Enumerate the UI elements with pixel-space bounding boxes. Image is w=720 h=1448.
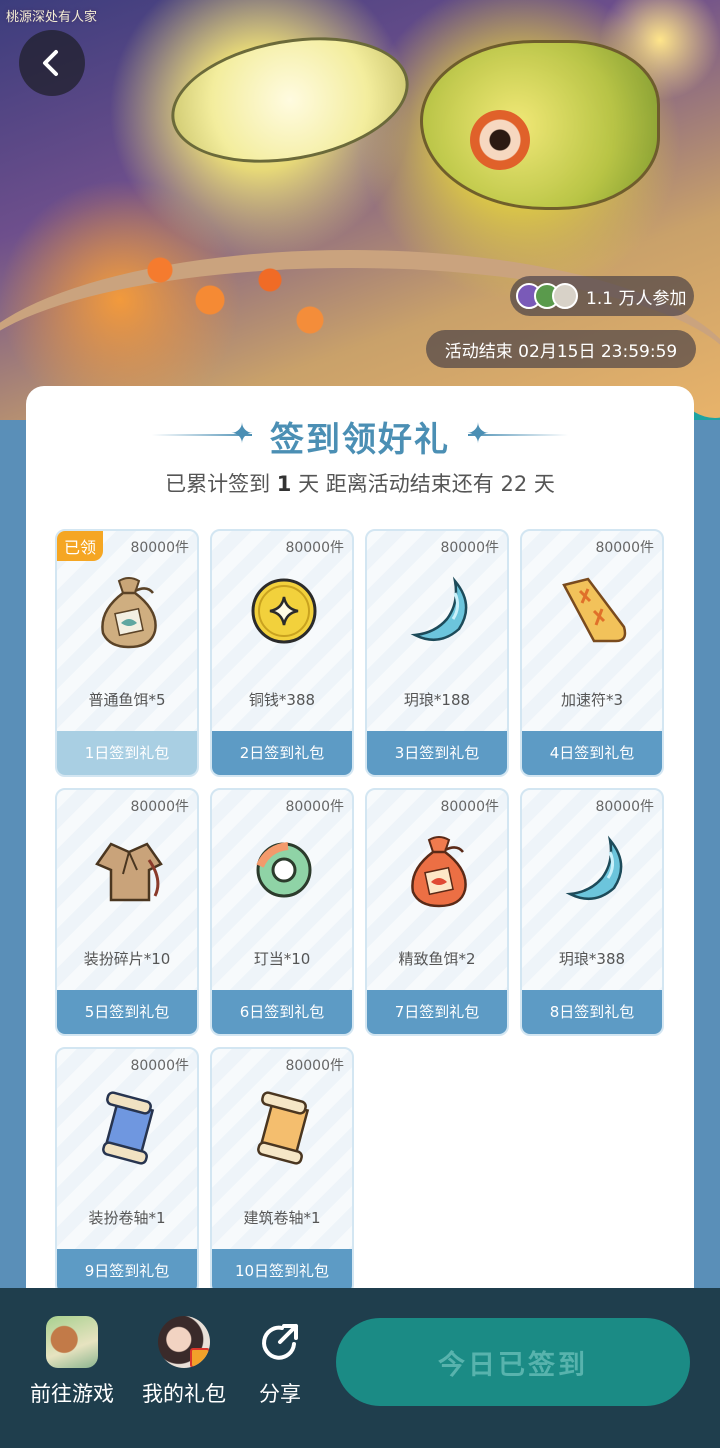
reward-day-label: 3日签到礼包 [367, 731, 507, 775]
banner-fish-lantern-illustration [420, 40, 660, 210]
banner-flowers [140, 250, 340, 340]
game-app-icon [46, 1316, 98, 1368]
chevron-left-icon [43, 50, 58, 76]
crescent-moon-icon [399, 571, 479, 651]
participants-badge: 1.1 万人参加 [510, 276, 694, 316]
reward-name: 装扮碎片*10 [83, 950, 171, 968]
reward-card-day-6[interactable]: 80000件 玎当*10 6日签到礼包 [210, 788, 354, 1036]
share-button[interactable]: 分享 [254, 1316, 306, 1408]
copper-coin-icon [244, 571, 324, 651]
checkin-progress-text: 已累计签到 1 天 距离活动结束还有 22 天 [0, 468, 720, 498]
reward-day-label: 1日签到礼包 [57, 731, 197, 775]
my-gifts-button[interactable]: 我的礼包 [142, 1316, 226, 1408]
avatar [552, 283, 578, 309]
event-end-time: 活动结束 02月15日 23:59:59 [426, 330, 696, 368]
bottom-action-bar: 前往游戏 我的礼包 分享 今日已签到 [0, 1288, 720, 1448]
reward-card-day-4[interactable]: 80000件 加速符*3 4日签到礼包 [520, 529, 664, 777]
reward-day-label: 7日签到礼包 [367, 990, 507, 1034]
reward-stock: 80000件 [130, 540, 189, 556]
participants-count: 1.1 万人参加 [586, 288, 687, 309]
reward-stock: 80000件 [285, 540, 344, 556]
reward-card-day-7[interactable]: 80000件 精致鱼饵*2 7日签到礼包 [365, 788, 509, 1036]
days-left-count: 22 [500, 472, 528, 496]
orange-scroll-icon [244, 1089, 324, 1169]
reward-card-day-10[interactable]: 80000件 建筑卷轴*1 10日签到礼包 [210, 1047, 354, 1295]
go-to-game-button[interactable]: 前往游戏 [30, 1316, 114, 1408]
reward-stock: 80000件 [285, 799, 344, 815]
fish-bait-bag-icon [89, 571, 169, 651]
reward-stock: 80000件 [440, 540, 499, 556]
reward-day-label: 6日签到礼包 [212, 990, 352, 1034]
subtitle-prefix: 已累计签到 [165, 472, 271, 496]
crescent-moon-icon [554, 830, 634, 910]
reward-name: 普通鱼饵*5 [88, 691, 166, 709]
blue-scroll-icon [89, 1089, 169, 1169]
reward-name: 装扮卷轴*1 [88, 1209, 166, 1227]
share-label: 分享 [259, 1382, 301, 1406]
title-decoration-line [468, 434, 568, 436]
reward-day-label: 2日签到礼包 [212, 731, 352, 775]
reward-day-label: 8日签到礼包 [522, 990, 662, 1034]
reward-card-day-8[interactable]: 80000件 玥琅*388 8日签到礼包 [520, 788, 664, 1036]
reward-stock: 80000件 [130, 1058, 189, 1074]
back-button[interactable] [19, 30, 85, 96]
reward-card-day-5[interactable]: 80000件 装扮碎片*10 5日签到礼包 [55, 788, 199, 1036]
reward-card-day-2[interactable]: 80000件 铜钱*388 2日签到礼包 [210, 529, 354, 777]
checkin-title: 签到领好礼 [270, 420, 450, 460]
reward-stock: 80000件 [440, 799, 499, 815]
gift-avatar-icon [158, 1316, 210, 1368]
game-logo: 桃源深处有人家 [6, 10, 98, 25]
reward-day-label: 10日签到礼包 [212, 1249, 352, 1293]
participant-avatars [516, 283, 578, 309]
subtitle-mid: 天 距离活动结束还有 [298, 472, 494, 496]
subtitle-suffix: 天 [533, 472, 555, 496]
reward-day-label: 5日签到礼包 [57, 990, 197, 1034]
reward-stock: 80000件 [130, 799, 189, 815]
reward-name: 玎当*10 [253, 950, 311, 968]
my-gifts-label: 我的礼包 [142, 1382, 226, 1406]
go-to-game-label: 前往游戏 [30, 1382, 114, 1406]
reward-name: 铜钱*388 [248, 691, 316, 709]
banner-lantern-illustration [161, 20, 419, 180]
banner-fish-eye [470, 110, 530, 170]
talisman-icon [554, 571, 634, 651]
signed-today-button[interactable]: 今日已签到 [336, 1318, 690, 1406]
claimed-badge: 已领 [57, 531, 104, 561]
reward-name: 建筑卷轴*1 [243, 1209, 321, 1227]
reward-day-label: 4日签到礼包 [522, 731, 662, 775]
reward-card-day-3[interactable]: 80000件 玥琅*188 3日签到礼包 [365, 529, 509, 777]
reward-name: 精致鱼饵*2 [398, 950, 476, 968]
jade-ring-icon [244, 830, 324, 910]
reward-name: 加速符*3 [560, 691, 624, 709]
clothing-fragment-icon [89, 830, 169, 910]
reward-stock: 80000件 [285, 1058, 344, 1074]
signed-days-count: 1 [276, 472, 292, 496]
reward-name: 玥琅*388 [558, 950, 626, 968]
reward-stock: 80000件 [595, 799, 654, 815]
reward-card-day-1[interactable]: 已领 80000件 普通鱼饵*5 1日签到礼包 [55, 529, 199, 777]
fine-bait-bag-icon [399, 830, 479, 910]
reward-name: 玥琅*188 [403, 691, 471, 709]
reward-stock: 80000件 [595, 540, 654, 556]
share-icon [254, 1316, 306, 1368]
reward-card-day-9[interactable]: 80000件 装扮卷轴*1 9日签到礼包 [55, 1047, 199, 1295]
reward-day-label: 9日签到礼包 [57, 1249, 197, 1293]
